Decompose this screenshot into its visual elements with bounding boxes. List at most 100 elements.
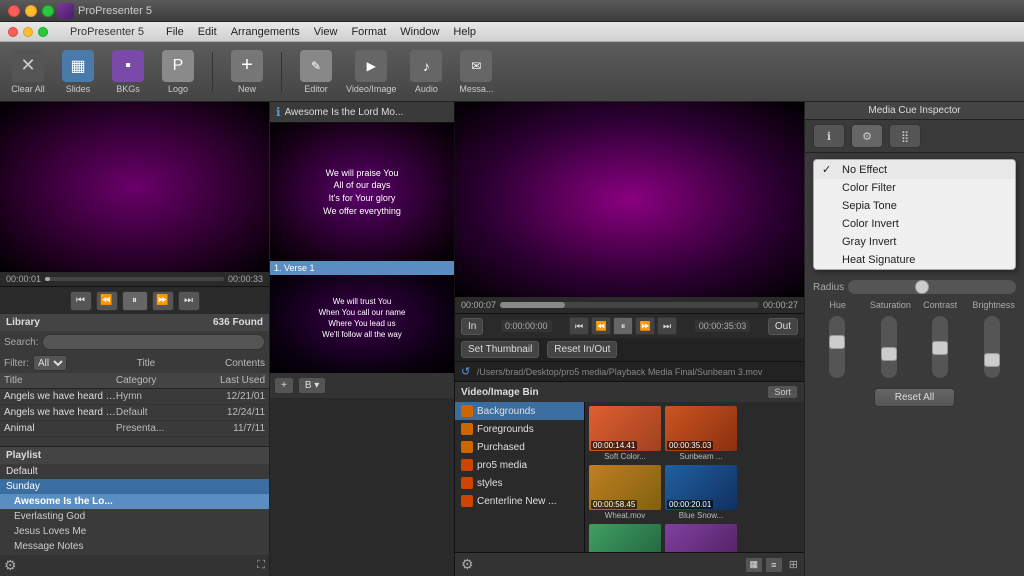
expand-icon[interactable]: ⛶ [257,559,265,572]
editor-button[interactable]: ✎ Editor [296,50,336,94]
bin-grid-item[interactable]: 00:00:35.03 Sunbeam ... [665,406,737,461]
bin-grid-item[interactable]: 00:00:58.45 Wheat.mov [589,465,661,520]
minimize-button[interactable] [25,5,37,17]
video-play-pause[interactable]: ⏸ [613,317,633,335]
video-image-button[interactable]: ▶ Video/Image [346,50,396,94]
bin-grid-item[interactable]: 00:00:30.03 Jewel Ton... [665,524,737,552]
reset-in-out-button[interactable]: Reset In/Out [547,341,617,358]
clear-all-button[interactable]: ✕ Clear All [8,50,48,94]
window-controls[interactable] [8,5,54,17]
radius-slider[interactable] [848,280,1016,294]
playlist-item-sunday[interactable]: Sunday [0,479,269,494]
bin-item-time: 00:00:58.45 [591,500,637,509]
slide-2-preview[interactable]: We will trust You When You call our name… [270,263,454,373]
logo-button[interactable]: P Logo [158,50,198,94]
bin-tree-styles[interactable]: styles [455,474,584,492]
add-slide-button[interactable]: + [274,377,294,394]
saturation-slider[interactable] [881,316,897,378]
video-progress-bar[interactable] [500,302,759,308]
menu-view[interactable]: View [314,26,338,38]
search-label: Search: [4,337,38,348]
menu-format[interactable]: Format [351,26,386,38]
bin-tree-centerline[interactable]: Centerline New ... [455,492,584,510]
folder-icon [461,459,473,471]
gear-icon[interactable]: ⚙ [4,557,17,574]
bin-grid-item[interactable]: 00:00:30.03 Half Circle... [589,524,661,552]
inspector-tab-extra[interactable]: ⣿ [889,124,921,148]
menu-close[interactable] [8,27,18,37]
effect-sepia-tone[interactable]: Sepia Tone [814,197,1015,215]
video-rewind[interactable]: ⏪ [591,317,611,335]
in-button[interactable]: In [461,318,483,335]
video-prev-prev[interactable]: ⏮ [569,317,589,335]
folder-icon [461,423,473,435]
menu-max[interactable] [38,27,48,37]
slide-options-button[interactable]: B ▾ [298,377,326,394]
inspector-tab-info[interactable]: ℹ [813,124,845,148]
menu-edit[interactable]: Edit [198,26,217,38]
brightness-slider[interactable] [984,316,1000,378]
playlist-sub-awesome[interactable]: Awesome Is the Lo... [0,494,269,509]
new-button[interactable]: + New [227,50,267,94]
video-next-next[interactable]: ⏭ [657,317,677,335]
bin-gear-icon[interactable]: ⚙ [461,556,474,573]
transport-pause[interactable]: ⏸ [122,291,148,311]
contrast-slider[interactable] [932,316,948,378]
reset-all-button[interactable]: Reset All [874,388,955,407]
menu-arrangements[interactable]: Arrangements [231,26,300,38]
video-action-row: Set Thumbnail Reset In/Out [455,338,804,361]
transport-next-next[interactable]: ⏭ [178,291,200,311]
audio-button[interactable]: ♪ Audio [406,50,446,94]
hue-slider[interactable] [829,316,845,378]
bin-sort-button[interactable]: Sort [767,385,798,399]
menu-min[interactable] [23,27,33,37]
effect-gray-invert[interactable]: Gray Invert [814,233,1015,251]
expand-icon[interactable]: ⊞ [789,558,798,571]
effect-color-filter[interactable]: Color Filter [814,179,1015,197]
out-button[interactable]: Out [768,318,798,335]
library-header: Library 636 Found [0,314,269,331]
close-button[interactable] [8,5,20,17]
search-input[interactable] [42,334,265,350]
bkgs-button[interactable]: ▪ BKGs [108,50,148,94]
transport-prev-prev[interactable]: ⏮ [70,291,92,311]
slide-1-preview[interactable]: We will praise You All of our days It's … [270,123,454,263]
playlist-sub-message[interactable]: Message Notes [0,539,269,554]
video-time-right: 00:00:27 [763,300,798,310]
messages-button[interactable]: ✉ Messa... [456,50,496,94]
bin-item-label: Wheat.mov [589,511,661,520]
transport-forward[interactable]: ⏩ [152,291,174,311]
bin-panel: Video/Image Bin Sort Backgrounds Foregro… [455,381,804,576]
effect-color-invert[interactable]: Color Invert [814,215,1015,233]
menu-file[interactable]: File [166,26,184,38]
slides-button[interactable]: ▦ Slides [58,50,98,94]
table-row[interactable]: Angels we have heard on... Default 12/24… [0,405,269,421]
bin-grid-item[interactable]: 00:00:14.41 Soft Color... [589,406,661,461]
col-header-contents: Contents [225,358,265,369]
filter-select[interactable]: All [33,355,67,371]
effect-heat-signature[interactable]: Heat Signature [814,251,1015,269]
transport-rewind[interactable]: ⏪ [96,291,118,311]
bin-tree-purchased[interactable]: Purchased [455,438,584,456]
menu-window[interactable]: Window [400,26,439,38]
bin-tree-backgrounds[interactable]: Backgrounds [455,402,584,420]
bin-tree-pro5media[interactable]: pro5 media [455,456,584,474]
slide-2-text: We will trust You When You call our name… [319,296,406,341]
effect-no-effect[interactable]: ✓No Effect [814,160,1015,179]
set-thumbnail-button[interactable]: Set Thumbnail [461,341,539,358]
menu-help[interactable]: Help [453,26,476,38]
bin-grid-item[interactable]: 00:00:20.01 Blue Snow... [665,465,737,520]
video-forward[interactable]: ⏩ [635,317,655,335]
grid-view-button[interactable]: ▦ [745,557,763,573]
bin-tree-foregrounds[interactable]: Foregrounds [455,420,584,438]
inspector-tab-settings[interactable]: ⚙ [851,124,883,148]
playlist-sub-everlasting[interactable]: Everlasting God [0,509,269,524]
table-row[interactable]: Animal Presenta... 11/7/11 [0,421,269,437]
playlist-item-default[interactable]: Default [0,464,269,479]
maximize-button[interactable] [42,5,54,17]
playlist-panel: Playlist Default Sunday Awesome Is the L… [0,446,269,576]
table-row[interactable]: Angels we have heard on... Hymn 12/21/01 [0,389,269,405]
preview-progress[interactable] [45,277,224,281]
list-view-button[interactable]: ≡ [765,557,783,573]
playlist-sub-jesus[interactable]: Jesus Loves Me [0,524,269,539]
